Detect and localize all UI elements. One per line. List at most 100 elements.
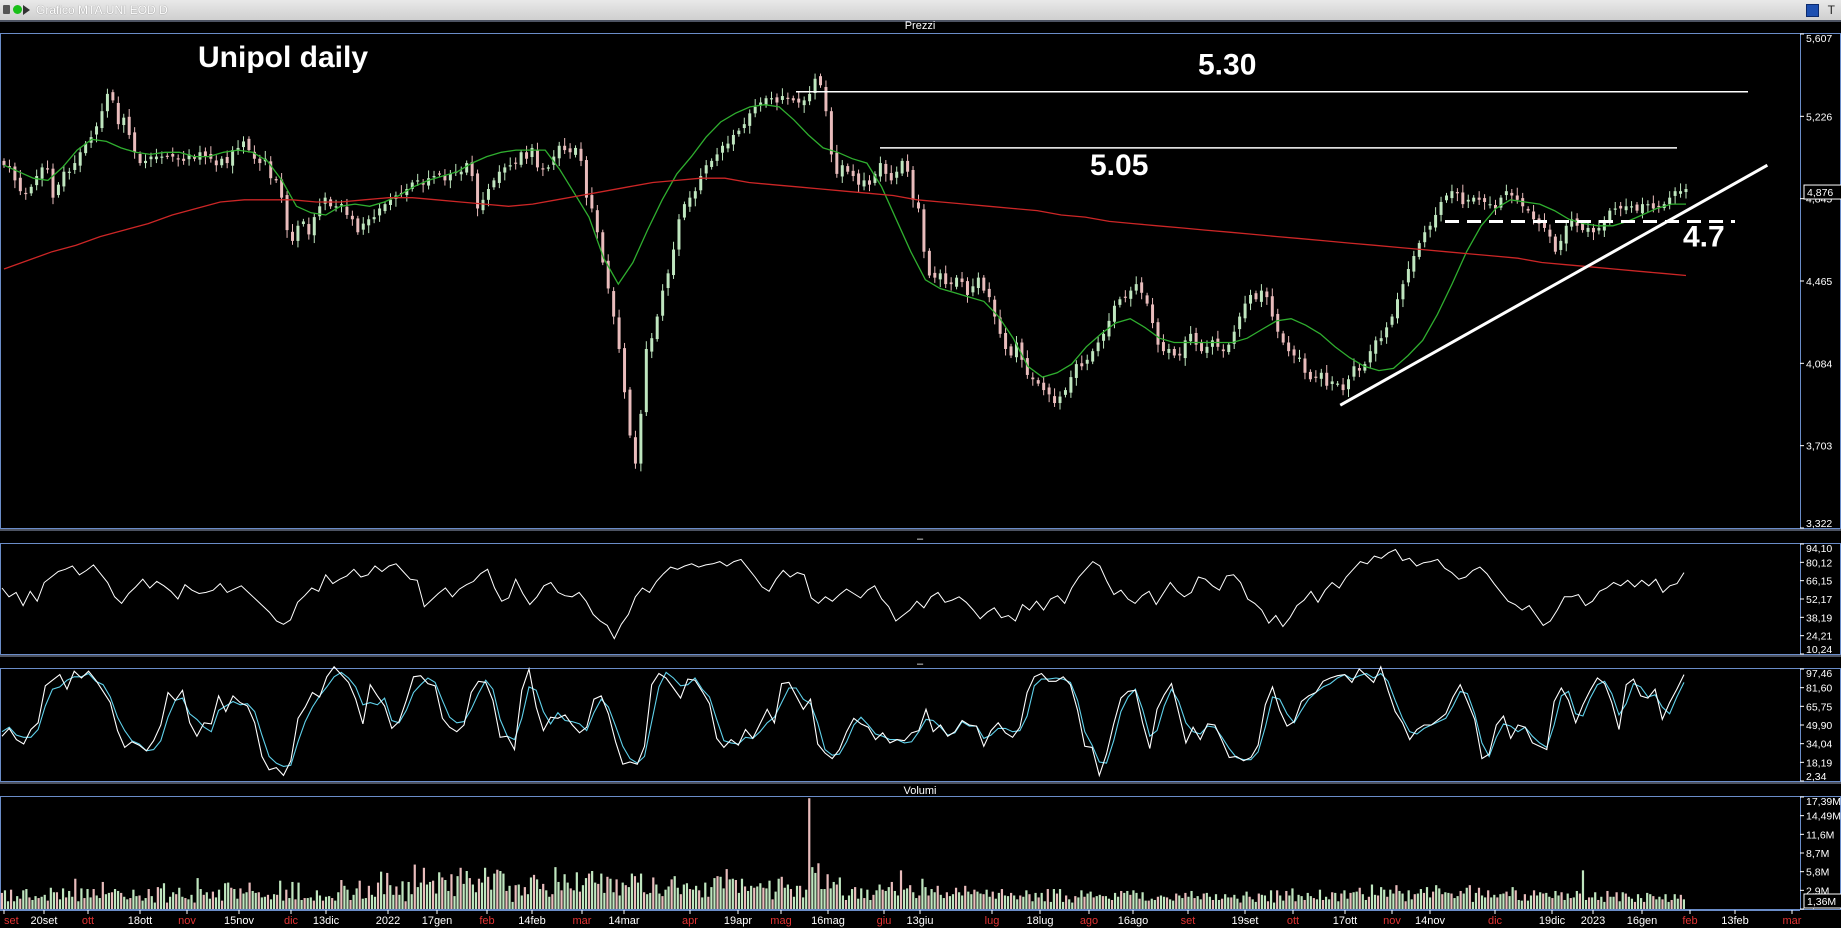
volume-bar: [615, 879, 618, 909]
x-tick-label: 2023: [1581, 915, 1605, 927]
volume-bar: [9, 889, 13, 909]
volume-bar: [1505, 891, 1508, 909]
volume-bar: [1419, 889, 1422, 909]
volume-bar: [251, 890, 254, 909]
volume-bar: [829, 888, 832, 909]
candle-body: [770, 98, 774, 100]
volume-bar: [814, 872, 817, 909]
candle-body: [791, 98, 795, 101]
volume-bar: [1000, 889, 1004, 909]
volume-bar: [1517, 899, 1520, 909]
volume-bar: [520, 895, 523, 909]
volume-bar: [1383, 889, 1386, 909]
x-tick-label: set: [4, 915, 19, 927]
volume-bar: [1113, 892, 1117, 909]
candle-body: [214, 160, 218, 166]
volume-bar: [1260, 894, 1263, 909]
candle-body: [51, 168, 55, 198]
x-tick-label: 13giu: [907, 915, 934, 927]
volume-bar: [1548, 896, 1551, 909]
volume-bar: [129, 898, 132, 909]
volume-bar: [762, 887, 765, 909]
y-tick-label: 5,8M: [1806, 867, 1829, 879]
volume-bar: [6, 901, 10, 909]
volume-bar: [132, 889, 135, 909]
volume-bar: [3, 890, 7, 909]
chart-canvas[interactable]: Prezzi – – Volumi 5.30 5.05 4.7 Unipol dai…: [0, 0, 1841, 928]
candle-body: [595, 210, 599, 233]
candle-body: [1167, 348, 1171, 353]
x-tick-label: ott: [1287, 915, 1299, 927]
volume-bar: [285, 889, 288, 909]
volume-bar: [1104, 896, 1108, 909]
volume-bar: [425, 884, 429, 909]
candle-body: [1630, 206, 1634, 208]
volume-bar: [1214, 894, 1218, 909]
volume-bar: [1358, 887, 1361, 909]
volume-bar: [982, 894, 985, 909]
volume-bar: [208, 898, 211, 909]
volume-bar: [1404, 901, 1407, 909]
volume-bar: [117, 890, 120, 909]
volume-bar: [792, 896, 796, 909]
volume-bar: [328, 896, 331, 909]
volume-bar: [1165, 897, 1169, 909]
candle-body: [416, 180, 420, 182]
candle-body: [753, 106, 757, 114]
volume-bar: [1031, 901, 1034, 909]
volume-bar: [896, 895, 900, 909]
candle-body: [617, 317, 621, 349]
volume-bar: [964, 885, 967, 909]
volume-bar: [676, 887, 679, 909]
candle-body: [672, 249, 676, 276]
volume-bar: [1655, 899, 1658, 909]
candle-body: [688, 197, 692, 207]
volume-bar: [1612, 896, 1615, 909]
volume-bar: [294, 899, 297, 909]
volume-bar: [1120, 890, 1123, 909]
volume-bar: [1227, 897, 1230, 909]
volume-bar: [343, 885, 346, 909]
volume-bar: [655, 884, 658, 909]
volume-bar: [560, 890, 563, 909]
volume-bar: [1061, 901, 1065, 909]
volume-bar: [878, 884, 881, 909]
volume-bar: [98, 898, 101, 909]
annotation-label-47: 4.7: [1683, 220, 1725, 253]
candle-body: [127, 116, 131, 135]
volume-bar: [175, 894, 178, 909]
volume-bar: [1300, 896, 1303, 909]
candle-body: [1472, 197, 1476, 202]
candle-body: [1461, 192, 1465, 205]
candle-body: [1510, 192, 1514, 196]
volume-bar: [367, 885, 370, 909]
x-tick-label: nov: [1383, 915, 1401, 927]
volume-bar: [1208, 896, 1211, 909]
volume-bar: [462, 883, 465, 909]
volume-bar: [471, 884, 474, 909]
x-tick-label: nov: [178, 915, 196, 927]
stoch-panel-label: –: [917, 658, 924, 670]
candle-body: [1205, 346, 1209, 353]
candle-body: [1646, 204, 1650, 206]
volume-bar: [817, 863, 820, 909]
volume-bar: [890, 881, 893, 909]
volume-bar: [364, 898, 367, 909]
volume-bar: [1453, 898, 1456, 909]
candle-body: [775, 97, 779, 103]
candle-body: [541, 168, 545, 170]
volume-bar: [1037, 897, 1040, 909]
volume-bar: [1129, 894, 1132, 909]
volume-bar: [1324, 896, 1328, 909]
volume-bar: [1477, 887, 1481, 909]
candle-body: [742, 124, 746, 129]
volume-bar: [1016, 899, 1019, 909]
volume-bar: [1089, 891, 1092, 909]
volume-bar: [220, 900, 224, 909]
candle-body: [1053, 396, 1057, 404]
volume-bar: [805, 889, 808, 909]
volume-bar: [1046, 889, 1049, 909]
volume-bar: [1627, 896, 1630, 909]
volume-bar: [1355, 891, 1358, 909]
volume-bar: [535, 879, 539, 909]
